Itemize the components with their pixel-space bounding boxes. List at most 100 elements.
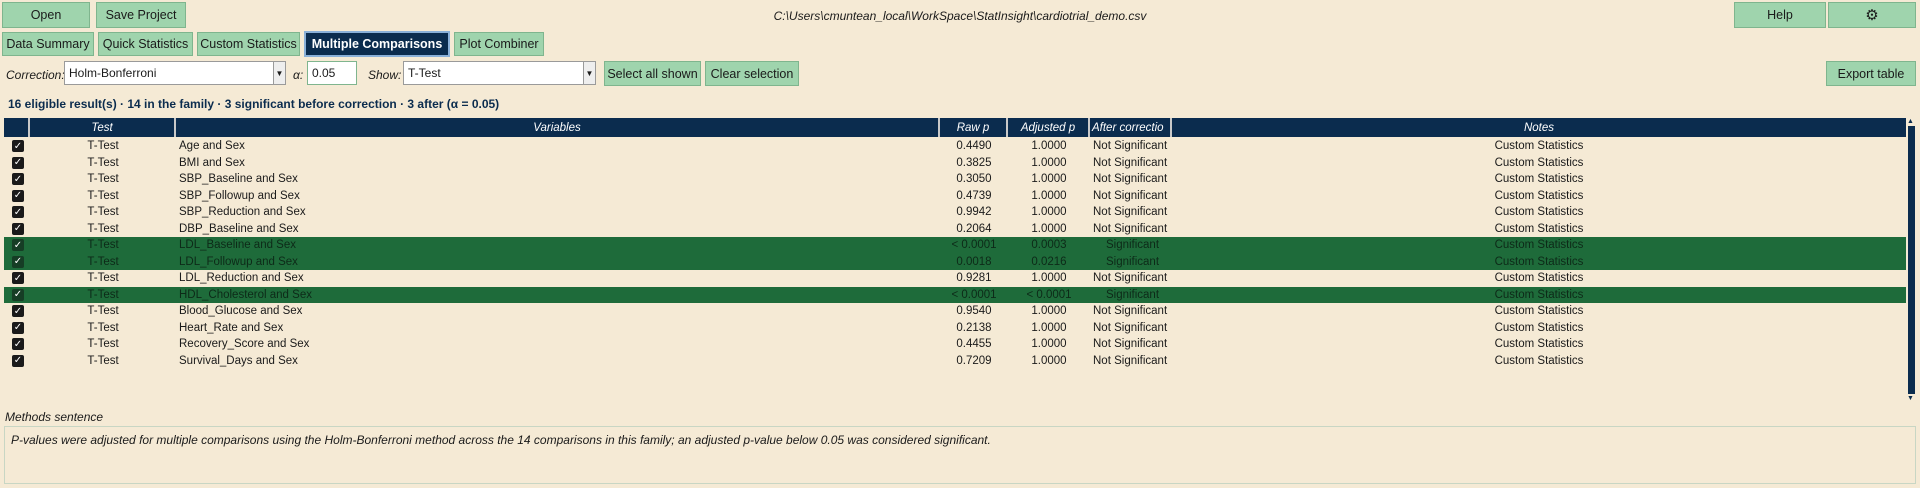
- alpha-input[interactable]: 0.05: [307, 61, 357, 85]
- table-row[interactable]: ✓ T-Test Blood_Glucose and Sex 0.9540 1.0000…: [4, 303, 1906, 320]
- cell-vars: Age and Sex: [179, 140, 245, 153]
- chevron-down-icon: ▼: [583, 62, 595, 84]
- methods-sentence[interactable]: P-values were adjusted for multiple comp…: [4, 426, 1916, 484]
- row-checkbox[interactable]: ✓: [12, 173, 24, 185]
- cell-notes: Custom Statistics: [1494, 305, 1584, 318]
- cell-after: Significant: [1105, 239, 1160, 252]
- cell-test: T-Test: [87, 239, 119, 252]
- correction-select[interactable]: Holm-Bonferroni ▼: [64, 61, 286, 85]
- cell-adj: 1.0000: [1031, 321, 1067, 334]
- header-after-correction[interactable]: After correctio: [1090, 118, 1172, 137]
- row-checkbox[interactable]: ✓: [12, 239, 24, 251]
- row-checkbox[interactable]: ✓: [12, 321, 24, 334]
- cell-adj: 1.0000: [1031, 338, 1067, 351]
- tab-multiple-comparisons[interactable]: Multiple Comparisons: [304, 31, 450, 57]
- header-variables[interactable]: Variables: [176, 118, 940, 137]
- show-select[interactable]: T-Test ▼: [403, 61, 596, 85]
- header-notes[interactable]: Notes: [1172, 118, 1906, 137]
- cell-raw: < 0.0001: [951, 239, 997, 252]
- tab-data-summary[interactable]: Data Summary: [2, 32, 94, 56]
- row-checkbox[interactable]: ✓: [12, 156, 24, 169]
- cell-adj: 0.0216: [1031, 255, 1067, 268]
- scroll-thumb[interactable]: [1908, 126, 1915, 394]
- settings-button[interactable]: ⚙: [1828, 2, 1916, 28]
- cell-notes: Custom Statistics: [1494, 288, 1584, 301]
- row-checkbox[interactable]: ✓: [12, 189, 24, 202]
- chevron-down-icon: ▼: [273, 62, 285, 84]
- tab-quick-statistics[interactable]: Quick Statistics: [98, 32, 193, 56]
- cell-after: Not Significant: [1093, 321, 1168, 334]
- cell-raw: 0.9942: [956, 206, 992, 219]
- cell-after: Significant: [1105, 255, 1160, 268]
- cell-test: T-Test: [87, 222, 119, 235]
- cell-vars: SBP_Baseline and Sex: [179, 173, 298, 186]
- select-all-button[interactable]: Select all shown: [604, 61, 701, 86]
- table-row[interactable]: ✓ T-Test BMI and Sex 0.3825 1.0000 Not Signif…: [4, 155, 1906, 172]
- cell-vars: LDL_Baseline and Sex: [179, 239, 296, 252]
- cell-raw: 0.7209: [956, 354, 992, 367]
- row-checkbox[interactable]: ✓: [12, 140, 24, 152]
- row-checkbox[interactable]: ✓: [12, 222, 24, 235]
- scroll-up-icon[interactable]: ▲: [1907, 118, 1914, 125]
- cell-notes: Custom Statistics: [1494, 156, 1584, 169]
- cell-after: Not Significant: [1093, 206, 1168, 219]
- file-path: C:\Users\cmuntean_local\WorkSpace\StatIn…: [773, 9, 1147, 23]
- tab-custom-statistics[interactable]: Custom Statistics: [197, 32, 300, 56]
- table-row[interactable]: ✓ T-Test Recovery_Score and Sex 0.4455 1.000…: [4, 336, 1906, 353]
- cell-raw: 0.4490: [956, 140, 992, 153]
- cell-test: T-Test: [87, 189, 119, 202]
- scroll-down-icon[interactable]: ▼: [1907, 395, 1914, 402]
- row-checkbox[interactable]: ✓: [12, 338, 24, 350]
- cell-test: T-Test: [87, 305, 119, 318]
- table-row[interactable]: ✓ T-Test LDL_Baseline and Sex < 0.0001 0.000…: [4, 237, 1906, 254]
- cell-adj: 1.0000: [1031, 222, 1067, 235]
- cell-notes: Custom Statistics: [1494, 140, 1584, 153]
- table-row[interactable]: ✓ T-Test Heart_Rate and Sex 0.2138 1.0000 Not…: [4, 320, 1906, 337]
- table-row[interactable]: ✓ T-Test Survival_Days and Sex 0.7209 1.0000…: [4, 353, 1906, 370]
- table-row[interactable]: ✓ T-Test HDL_Cholesterol and Sex < 0.0001 < …: [4, 286, 1906, 303]
- header-raw-p[interactable]: Raw p: [940, 118, 1008, 137]
- show-value: T-Test: [408, 66, 441, 80]
- row-checkbox[interactable]: ✓: [12, 272, 24, 284]
- cell-adj: 1.0000: [1031, 156, 1067, 169]
- cell-raw: 0.2064: [956, 222, 992, 235]
- cell-raw: 0.3050: [956, 173, 992, 186]
- header-test[interactable]: Test: [30, 118, 176, 137]
- cell-vars: BMI and Sex: [179, 156, 245, 169]
- table-row[interactable]: ✓ T-Test Age and Sex 0.4490 1.0000 Not Signif…: [4, 138, 1906, 155]
- cell-adj: 1.0000: [1031, 140, 1067, 153]
- tab-plot-combiner[interactable]: Plot Combiner: [454, 32, 544, 56]
- cell-raw: 0.0018: [956, 255, 992, 268]
- table-row[interactable]: ✓ T-Test SBP_Followup and Sex 0.4739 1.0000 N…: [4, 188, 1906, 205]
- cell-vars: HDL_Cholesterol and Sex: [179, 288, 312, 301]
- cell-after: Not Significant: [1093, 189, 1168, 202]
- cell-after: Not Significant: [1093, 354, 1168, 367]
- save-project-button[interactable]: Save Project: [96, 2, 186, 28]
- cell-after: Not Significant: [1093, 305, 1168, 318]
- table-row[interactable]: ✓ T-Test DBP_Baseline and Sex 0.2064 1.0000 N…: [4, 221, 1906, 238]
- row-checkbox[interactable]: ✓: [12, 288, 24, 301]
- correction-label: Correction:: [6, 68, 65, 82]
- open-button[interactable]: Open: [2, 2, 90, 28]
- cell-vars: LDL_Reduction and Sex: [179, 272, 304, 285]
- vertical-scrollbar[interactable]: ▲ ▼: [1906, 118, 1916, 402]
- table-row[interactable]: ✓ T-Test SBP_Baseline and Sex 0.3050 1.0000 N…: [4, 171, 1906, 188]
- methods-label: Methods sentence: [5, 410, 104, 424]
- clear-selection-button[interactable]: Clear selection: [705, 61, 799, 86]
- row-checkbox[interactable]: ✓: [12, 206, 24, 218]
- cell-test: T-Test: [87, 140, 119, 153]
- cell-after: Not Significant: [1093, 173, 1168, 186]
- help-button[interactable]: Help: [1734, 2, 1826, 28]
- row-checkbox[interactable]: ✓: [12, 305, 24, 317]
- cell-adj: 1.0000: [1031, 173, 1067, 186]
- cell-notes: Custom Statistics: [1494, 255, 1584, 268]
- table-row[interactable]: ✓ T-Test LDL_Reduction and Sex 0.9281 1.0000…: [4, 270, 1906, 287]
- row-checkbox[interactable]: ✓: [12, 354, 24, 367]
- cell-raw: 0.4739: [956, 189, 992, 202]
- table-row[interactable]: ✓ T-Test LDL_Followup and Sex 0.0018 0.0216 S…: [4, 253, 1906, 270]
- table-row[interactable]: ✓ T-Test SBP_Reduction and Sex 0.9942 1.0000…: [4, 204, 1906, 221]
- header-adjusted-p[interactable]: Adjusted p: [1008, 118, 1090, 137]
- cell-vars: SBP_Followup and Sex: [179, 189, 300, 202]
- export-table-button[interactable]: Export table: [1826, 61, 1916, 86]
- row-checkbox[interactable]: ✓: [12, 255, 24, 268]
